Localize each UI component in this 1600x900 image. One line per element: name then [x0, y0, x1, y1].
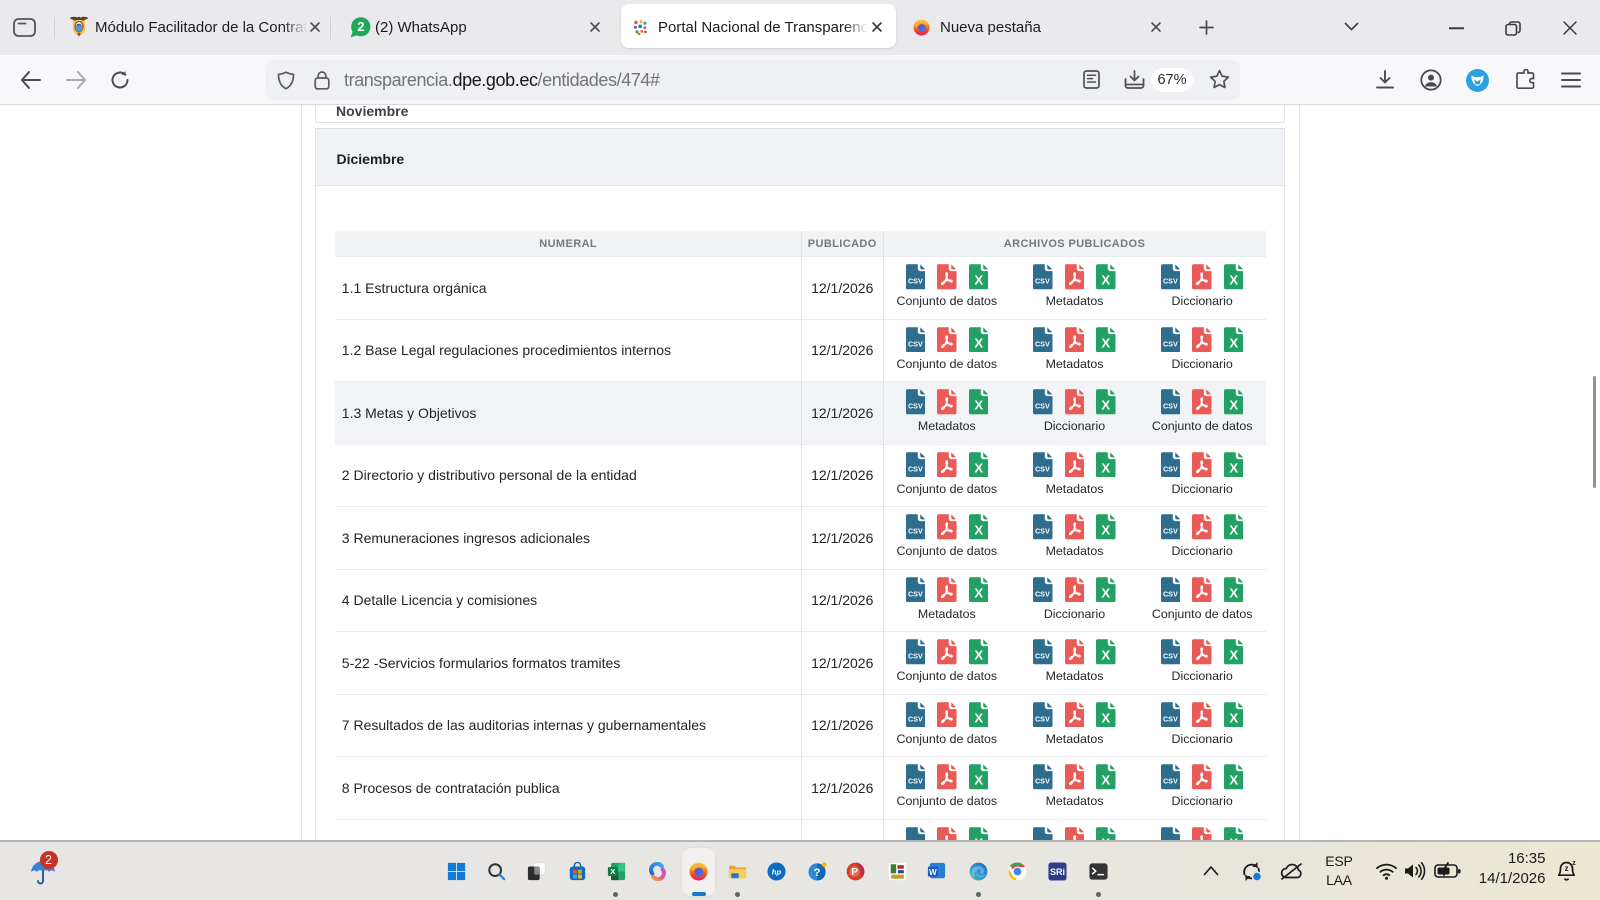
svg-text:z: z — [1572, 860, 1576, 867]
svg-text:X: X — [610, 867, 616, 876]
svg-text:SRi: SRi — [1050, 867, 1065, 877]
svg-text:?: ? — [814, 867, 821, 879]
svg-text:W: W — [929, 867, 937, 876]
svg-text:hp: hp — [772, 867, 782, 876]
svg-text:z: z — [1565, 864, 1569, 873]
svg-text:P: P — [851, 867, 858, 878]
svg-text:2: 2 — [357, 19, 364, 34]
